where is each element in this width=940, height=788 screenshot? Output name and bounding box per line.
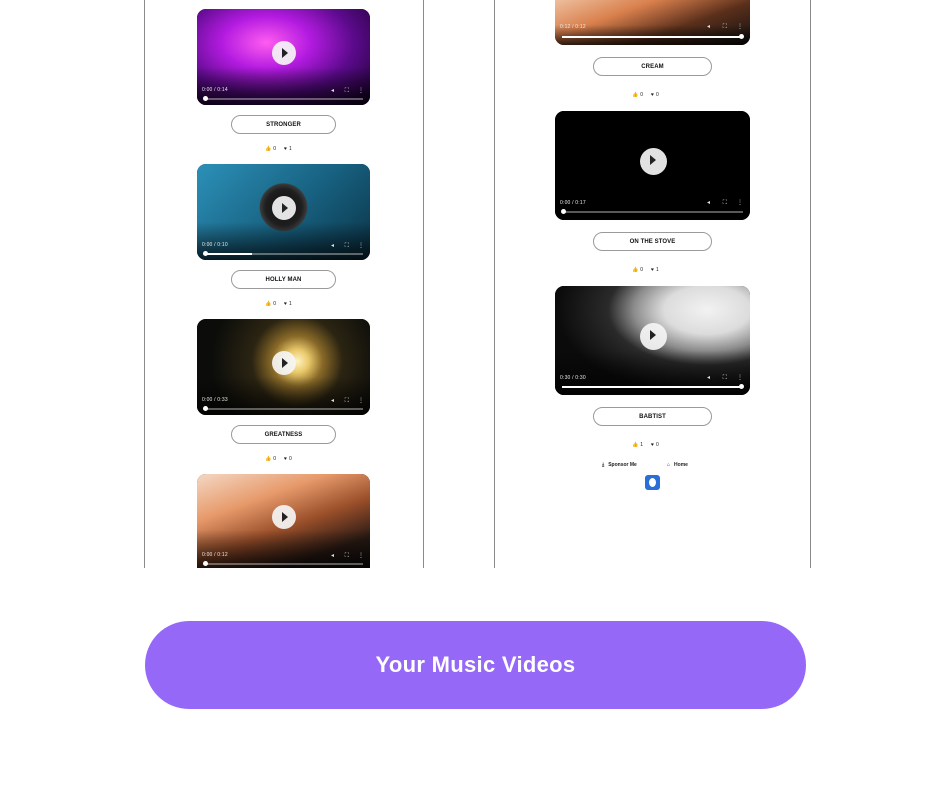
volume-icon[interactable]: ◂	[331, 398, 334, 404]
video-title-button[interactable]: ON THE STOVE	[593, 232, 712, 251]
seek-bar[interactable]	[203, 251, 363, 256]
play-icon[interactable]	[271, 351, 296, 376]
heart-icon[interactable]: ♥	[284, 301, 287, 307]
video-time: 0:00 / 0:14	[202, 87, 228, 93]
heart-count: 0	[288, 456, 292, 462]
like-count: 0	[640, 267, 644, 273]
volume-icon[interactable]: ◂	[331, 553, 334, 559]
like-count: 0	[273, 301, 277, 307]
video-title-button[interactable]: STRONGER	[231, 115, 336, 134]
seek-bar[interactable]	[203, 561, 363, 566]
video-title-button[interactable]: BABTIST	[593, 407, 712, 426]
home-link[interactable]: ⌂ Home	[667, 462, 688, 468]
seek-bar[interactable]	[203, 96, 363, 101]
play-icon[interactable]	[271, 505, 296, 530]
sponsor-link[interactable]: ⤓ Sponsor Me	[602, 462, 637, 468]
video-time: 0:30 / 0:30	[560, 375, 586, 381]
fullscreen-icon[interactable]: ⛶	[345, 398, 349, 404]
your-music-videos-banner[interactable]: Your Music Videos	[145, 621, 806, 709]
seek-bar[interactable]	[562, 34, 744, 39]
heart-count: 1	[288, 146, 292, 152]
home-label: Home	[674, 462, 688, 468]
video-time: 0:00 / 0:10	[202, 242, 228, 248]
heart-count: 1	[655, 267, 659, 273]
fullscreen-icon[interactable]: ⛶	[723, 24, 727, 30]
video-time: 0:00 / 0:12	[202, 552, 228, 558]
video-player[interactable]: 0:00 / 0:33 ◂ ⛶ ⋮	[197, 319, 370, 415]
video-player[interactable]: 0:30 / 0:30 ◂ ⛶ ⋮	[555, 286, 750, 395]
more-vertical-icon[interactable]: ⋮	[358, 398, 364, 404]
play-icon[interactable]	[639, 148, 667, 176]
fullscreen-icon[interactable]: ⛶	[345, 553, 349, 559]
play-icon[interactable]	[271, 41, 296, 66]
heart-count: 1	[288, 301, 292, 307]
reactions: 👍 0 ♥ 1	[265, 300, 292, 308]
more-vertical-icon[interactable]: ⋮	[737, 24, 743, 30]
seek-bar[interactable]	[203, 406, 363, 411]
volume-icon[interactable]: ◂	[707, 24, 710, 30]
thumbs-up-icon[interactable]: 👍	[632, 442, 638, 448]
home-icon: ⌂	[667, 462, 671, 468]
thumbs-up-icon[interactable]: 👍	[265, 456, 271, 462]
sponsor-label: Sponsor Me	[608, 462, 637, 468]
thumbs-up-icon[interactable]: 👍	[632, 92, 638, 98]
video-time: 0:00 / 0:17	[560, 200, 586, 206]
thumbs-up-icon[interactable]: 👍	[265, 301, 271, 307]
like-count: 0	[273, 456, 277, 462]
heart-icon[interactable]: ♥	[651, 267, 654, 273]
volume-icon[interactable]: ◂	[331, 243, 334, 249]
reactions: 👍 0 ♥ 0	[632, 91, 659, 99]
volume-icon[interactable]: ◂	[707, 375, 710, 381]
video-player[interactable]: 0:12 / 0:12 ◂ ⛶ ⋮	[555, 0, 750, 45]
fullscreen-icon[interactable]: ⛶	[345, 88, 349, 94]
seek-bar[interactable]	[562, 384, 744, 389]
fullscreen-icon[interactable]: ⛶	[723, 375, 727, 381]
more-vertical-icon[interactable]: ⋮	[358, 553, 364, 559]
thumbs-up-icon[interactable]: 👍	[265, 146, 271, 152]
video-time: 0:00 / 0:33	[202, 397, 228, 403]
volume-icon[interactable]: ◂	[331, 88, 334, 94]
video-player[interactable]: 0:00 / 0:17 ◂ ⛶ ⋮	[555, 111, 750, 220]
heart-icon[interactable]: ♥	[284, 456, 287, 462]
seek-bar[interactable]	[561, 209, 743, 214]
like-count: 0	[640, 92, 644, 98]
like-count: 1	[640, 442, 644, 448]
reactions: 👍 0 ♥ 1	[632, 266, 659, 274]
like-count: 0	[273, 146, 277, 152]
play-icon[interactable]	[639, 323, 667, 351]
reactions: 👍 0 ♥ 1	[265, 145, 292, 153]
heart-count: 0	[655, 92, 659, 98]
video-player[interactable]: 0:00 / 0:12 ◂ ⛶ ⋮	[197, 474, 370, 568]
fullscreen-icon[interactable]: ⛶	[723, 200, 727, 206]
video-title-button[interactable]: CREAM	[593, 57, 712, 76]
heart-icon[interactable]: ♥	[284, 146, 287, 152]
video-title-button[interactable]: HOLLY MAN	[231, 270, 336, 289]
thumbs-up-icon[interactable]: 👍	[632, 267, 638, 273]
volume-icon[interactable]: ◂	[707, 200, 710, 206]
video-title-button[interactable]: GREATNESS	[231, 425, 336, 444]
more-vertical-icon[interactable]: ⋮	[737, 375, 743, 381]
video-player[interactable]: 0:00 / 0:14 ◂ ⛶ ⋮	[197, 9, 370, 105]
heart-count: 0	[655, 442, 659, 448]
reactions: 👍 0 ♥ 0	[265, 455, 292, 463]
reactions: 👍 1 ♥ 0	[632, 441, 659, 449]
more-vertical-icon[interactable]: ⋮	[358, 243, 364, 249]
play-icon[interactable]	[271, 196, 296, 221]
video-player[interactable]: 0:00 / 0:10 ◂ ⛶ ⋮	[197, 164, 370, 260]
fullscreen-icon[interactable]: ⛶	[345, 243, 349, 249]
more-vertical-icon[interactable]: ⋮	[358, 88, 364, 94]
app-logo[interactable]	[645, 475, 660, 490]
sponsor-icon: ⤓	[602, 462, 605, 468]
heart-icon[interactable]: ♥	[651, 92, 654, 98]
heart-icon[interactable]: ♥	[651, 442, 654, 448]
more-vertical-icon[interactable]: ⋮	[737, 200, 743, 206]
video-time: 0:12 / 0:12	[560, 24, 586, 30]
